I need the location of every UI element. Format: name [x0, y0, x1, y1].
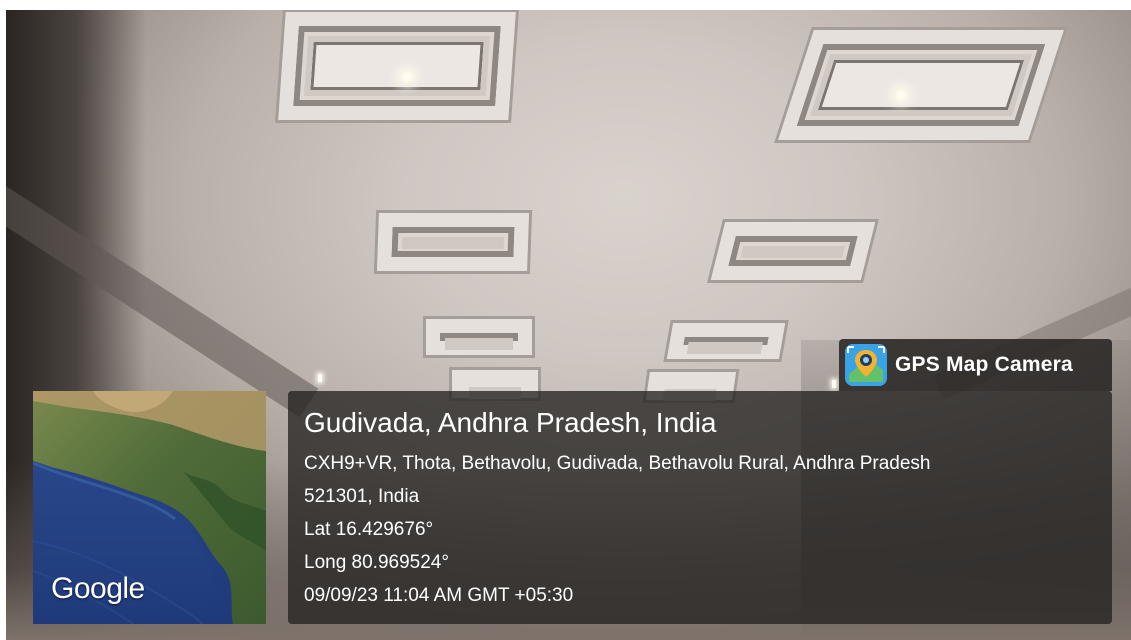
- google-logo: Google: [51, 572, 145, 605]
- location-info-panel: Gudivada, Andhra Pradesh, India CXH9+VR,…: [288, 391, 1112, 624]
- longitude-text: Long 80.969524°: [304, 552, 449, 573]
- ceiling-bulb: [400, 70, 414, 84]
- latitude-text: Lat 16.429676°: [304, 519, 434, 540]
- location-title: Gudivada, Andhra Pradesh, India: [304, 407, 717, 438]
- gps-map-camera-badge: GPS Map Camera: [839, 339, 1112, 391]
- gps-map-camera-icon: [845, 344, 887, 386]
- ceiling-spotlight: [318, 374, 322, 382]
- location-map-thumbnail: Google: [33, 391, 266, 624]
- ceiling-spotlight: [832, 380, 836, 388]
- ceiling-light-panel: [778, 30, 1064, 140]
- ceiling-light-panel: [426, 319, 532, 355]
- app-name-label: GPS Map Camera: [895, 353, 1073, 376]
- timestamp-text: 09/09/23 11:04 AM GMT +05:30: [304, 585, 574, 606]
- ceiling-light-panel: [278, 12, 516, 120]
- ceiling-light-panel: [666, 323, 786, 359]
- ceiling-light-panel: [376, 213, 530, 271]
- address-line-2: 521301, India: [304, 486, 420, 507]
- ceiling-light-panel: [710, 222, 876, 280]
- address-line-1: CXH9+VR, Thota, Bethavolu, Gudivada, Bet…: [304, 453, 931, 474]
- ceiling-bulb: [894, 88, 908, 102]
